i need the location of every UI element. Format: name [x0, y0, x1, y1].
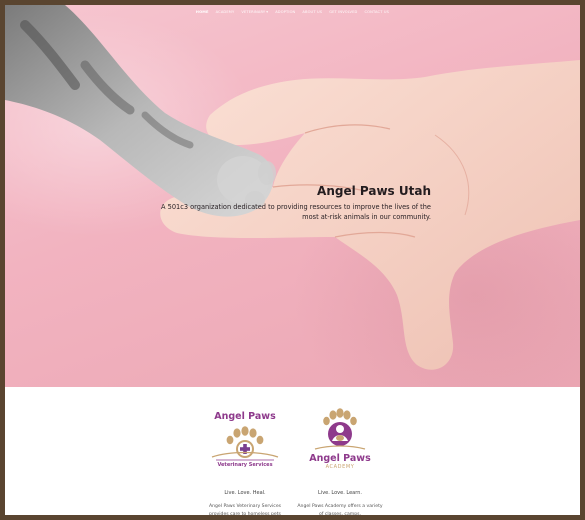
svg-text:Angel Paws: Angel Paws — [214, 411, 276, 422]
svg-text:Veterinary Services: Veterinary Services — [217, 462, 272, 468]
nav-item-about-us[interactable]: ABOUT US — [302, 10, 322, 14]
hero-title: Angel Paws Utah — [317, 184, 431, 198]
nav-item-home[interactable]: HOME — [196, 10, 209, 14]
nav-item-academy[interactable]: ACADEMY — [216, 10, 235, 14]
cat-paw-and-hand-photo — [5, 5, 580, 370]
hero-subtitle: A 501c3 organization dedicated to provid… — [161, 203, 431, 221]
nav-item-contact-us[interactable]: CONTACT US — [364, 10, 389, 14]
nav-item-veterinary-label: VETERINARY — [241, 10, 266, 14]
chevron-down-icon: ▾ — [266, 10, 269, 14]
hero-banner: HOME ACADEMY VETERINARY▾ ADOPTION ABOUT … — [5, 5, 580, 387]
veterinary-description: Angel Paws Veterinary Services provides … — [208, 504, 282, 515]
services-section: Angel Paws Veterinary Services Live. Lov… — [5, 387, 580, 515]
nav-item-veterinary[interactable]: VETERINARY▾ — [241, 10, 268, 14]
academy-tagline: Live. Love. Learn. — [318, 490, 362, 496]
main-nav: HOME ACADEMY VETERINARY▾ ADOPTION ABOUT … — [5, 10, 580, 14]
academy-logo[interactable]: Angel Paws ACADEMY — [295, 407, 385, 479]
page: HOME ACADEMY VETERINARY▾ ADOPTION ABOUT … — [5, 5, 580, 515]
veterinary-tagline: Live. Love. Heal. — [224, 490, 266, 496]
nav-item-adoption[interactable]: ADOPTION — [275, 10, 295, 14]
veterinary-services-logo[interactable]: Angel Paws Veterinary Services — [200, 407, 290, 479]
academy-description: Angel Paws Academy offers a variety of c… — [297, 504, 383, 515]
nav-item-get-involved[interactable]: GET INVOLVED — [329, 10, 357, 14]
svg-text:Angel Paws: Angel Paws — [309, 453, 371, 464]
svg-text:ACADEMY: ACADEMY — [326, 464, 355, 470]
